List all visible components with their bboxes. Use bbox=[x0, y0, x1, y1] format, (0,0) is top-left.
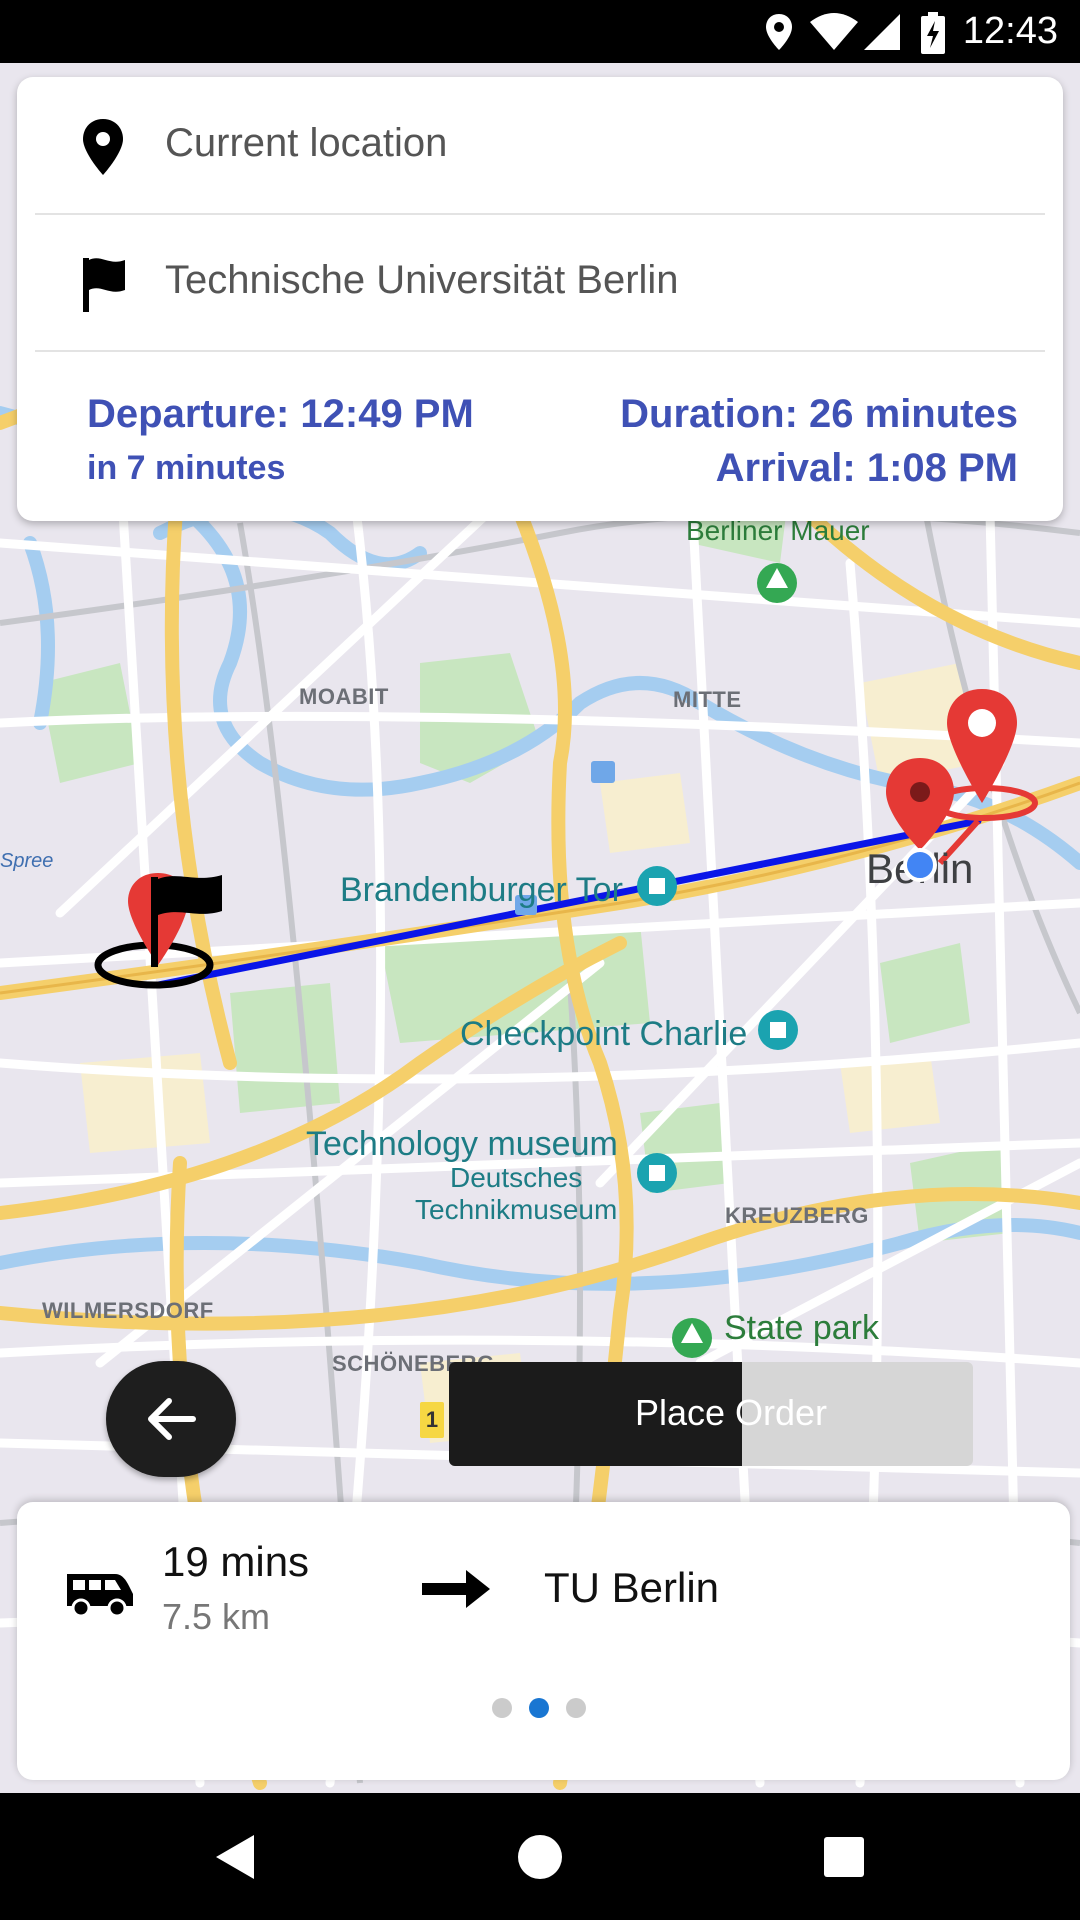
back-button[interactable] bbox=[106, 1361, 236, 1477]
label-kreuzberg: KREUZBERG bbox=[725, 1203, 869, 1228]
label-deutsches: Deutsches bbox=[450, 1162, 583, 1193]
trip-duration: 19 mins bbox=[162, 1538, 310, 1585]
signal-icon bbox=[864, 14, 900, 50]
status-bar: 12:43 bbox=[0, 0, 1080, 63]
flag-icon bbox=[83, 258, 125, 312]
route-card: Current location Technische Universität … bbox=[17, 77, 1063, 521]
departure-info: Departure: 12:49 PM in 7 minutes bbox=[87, 387, 474, 495]
label-spree: Spree bbox=[0, 850, 54, 872]
arrival-time: Arrival: 1:08 PM bbox=[715, 446, 1018, 490]
duration: Duration: 26 minutes bbox=[620, 392, 1018, 436]
label-technology-museum: Technology museum bbox=[306, 1125, 618, 1163]
status-time: 12:43 bbox=[962, 10, 1058, 52]
trip-destination: TU Berlin bbox=[544, 1564, 720, 1611]
destination-text: Technische Universität Berlin bbox=[165, 258, 679, 302]
origin-row[interactable]: Current location bbox=[35, 77, 1045, 215]
place-order-label: Place Order bbox=[634, 1392, 828, 1433]
place-order-button[interactable]: Place Order bbox=[449, 1362, 973, 1466]
label-state-park: State park bbox=[724, 1309, 879, 1347]
arrow-left-icon bbox=[148, 1398, 196, 1440]
wifi-icon bbox=[810, 13, 858, 50]
pager-dot[interactable] bbox=[492, 1698, 512, 1718]
label-checkpoint-charlie: Checkpoint Charlie bbox=[460, 1015, 748, 1053]
trip-option-card[interactable]: 19 mins 7.5 km TU Berlin bbox=[17, 1502, 1070, 1780]
label-wilmersdorf: WILMERSDORF bbox=[42, 1298, 214, 1323]
trip-distance: 7.5 km bbox=[162, 1596, 271, 1637]
destination-marker[interactable] bbox=[88, 853, 228, 993]
battery-charging-icon bbox=[921, 12, 945, 54]
current-location-pin[interactable] bbox=[880, 758, 960, 888]
departure-in: in 7 minutes bbox=[87, 449, 286, 487]
nav-home-icon[interactable] bbox=[516, 1833, 564, 1881]
label-moabit: MOABIT bbox=[299, 684, 389, 709]
pager-dots bbox=[492, 1698, 603, 1723]
pager-dot[interactable] bbox=[566, 1698, 586, 1718]
arrow-right-icon bbox=[422, 1570, 490, 1608]
location-pin-icon bbox=[83, 119, 123, 175]
origin-text: Current location bbox=[165, 121, 448, 165]
label-mitte: MITTE bbox=[673, 687, 742, 712]
label-deutsches-technikmuseum: Deutsches Technikmuseum bbox=[415, 1162, 617, 1226]
nav-recents-icon[interactable] bbox=[823, 1836, 865, 1878]
label-brandenburger-tor: Brandenburger Tor bbox=[340, 871, 623, 909]
label-technikmuseum: Technikmuseum bbox=[415, 1194, 618, 1225]
navigation-bar bbox=[0, 1793, 1080, 1920]
duration-info: Duration: 26 minutes Arrival: 1:08 PM bbox=[620, 387, 1018, 495]
departure-time: Departure: 12:49 PM bbox=[87, 392, 474, 436]
pager-dot[interactable] bbox=[529, 1698, 549, 1718]
van-icon bbox=[67, 1574, 133, 1618]
destination-row[interactable]: Technische Universität Berlin bbox=[35, 214, 1045, 352]
location-icon bbox=[766, 14, 792, 50]
road-number-badge: 1 bbox=[420, 1402, 444, 1438]
nav-back-icon[interactable] bbox=[212, 1833, 258, 1881]
